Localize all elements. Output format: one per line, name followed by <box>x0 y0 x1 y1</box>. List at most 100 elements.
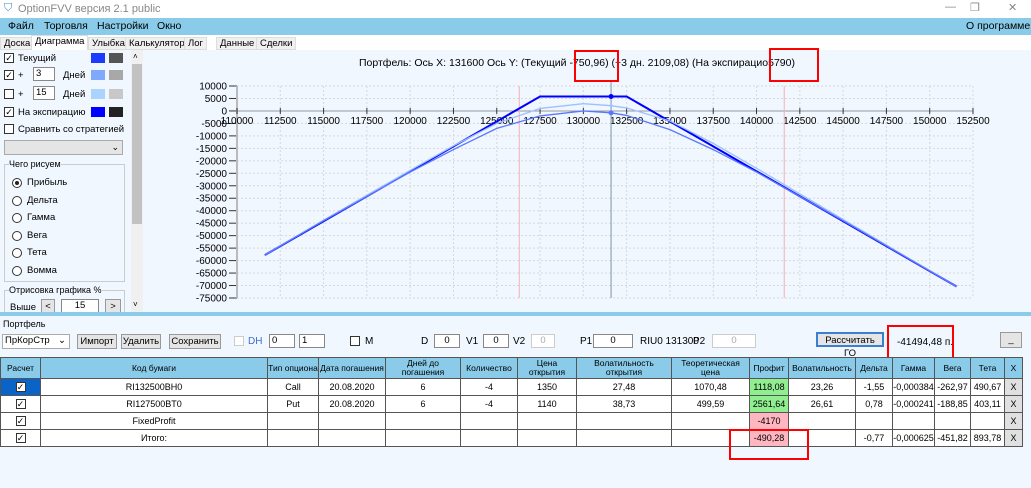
table-row[interactable]: ✓ FixedProfit -4170 X <box>0 412 1023 430</box>
dh-spin-2[interactable]: 1 <box>299 334 325 348</box>
current-color-swatch-2[interactable] <box>109 53 123 63</box>
column-header-volatility[interactable]: Волатильность <box>788 357 856 379</box>
cell-remove[interactable]: X <box>1004 395 1023 413</box>
p1-input[interactable]: 0 <box>593 334 633 348</box>
payoff-chart[interactable]: 1000050000-5000-10000-15000-20000-25000-… <box>143 50 1031 312</box>
tab-deals[interactable]: Сделки <box>256 37 297 50</box>
cell-theta: 893,78 <box>970 429 1005 447</box>
plus3-days-input[interactable]: 3 <box>33 67 55 81</box>
column-header-delta[interactable]: Дельта <box>855 357 893 379</box>
compare-checkbox[interactable] <box>4 124 14 134</box>
menu-about[interactable]: О программе <box>966 20 1030 32</box>
table-row[interactable]: ✓ RI127500BT0 Put 20.08.2020 6 -4 1140 38,73 499… <box>0 395 1023 413</box>
radio-gamma-label: Гамма <box>27 212 56 223</box>
calc-checkbox[interactable]: ✓ <box>15 416 26 426</box>
cell-remove[interactable]: X <box>1004 412 1023 430</box>
radio-profit[interactable] <box>12 178 22 188</box>
radio-delta-label: Дельта <box>27 195 58 206</box>
expiry-color-swatch-2[interactable] <box>109 107 123 117</box>
plus15-checkbox[interactable] <box>4 89 14 99</box>
column-header-expiry-date[interactable]: Дата погашения <box>318 357 386 379</box>
column-header-quantity[interactable]: Количество <box>460 357 518 379</box>
calc-checkbox[interactable]: ✓ <box>15 433 26 443</box>
plus15-color-swatch[interactable] <box>91 89 105 99</box>
days-label: Дней <box>63 89 86 100</box>
minimize-panel-button[interactable]: _ <box>1000 332 1022 348</box>
strategy-compare-select[interactable]: ⌄ <box>4 140 123 155</box>
menu-settings[interactable]: Настройки <box>97 20 149 32</box>
expiry-checkbox[interactable]: ✓ <box>4 107 14 117</box>
cell-calc[interactable]: ✓ <box>0 378 41 396</box>
radio-gamma[interactable] <box>12 213 22 223</box>
menu-file[interactable]: Файл <box>8 20 34 32</box>
cell-calc[interactable]: ✓ <box>0 429 41 447</box>
tab-board[interactable]: Доска <box>0 37 35 50</box>
column-header-remove[interactable]: X <box>1004 357 1023 379</box>
d-label: D <box>421 336 429 347</box>
cell-theta: 490,67 <box>970 378 1005 396</box>
cell-open-volatility <box>576 429 672 447</box>
plus3-checkbox[interactable]: ✓ <box>4 70 14 80</box>
cell-remove[interactable]: X <box>1004 429 1023 447</box>
strategy-select[interactable]: ПрКорСтр ⌄ <box>2 334 70 349</box>
cell-remove[interactable]: X <box>1004 378 1023 396</box>
radio-vomma[interactable] <box>12 266 22 276</box>
tab-smile[interactable]: Улыбка <box>88 37 129 50</box>
tab-log[interactable]: Лог <box>184 37 207 50</box>
column-header-theta[interactable]: Тета <box>970 357 1005 379</box>
p2-input[interactable]: 0 <box>712 334 756 348</box>
calc-checkbox[interactable]: ✓ <box>15 382 26 392</box>
plus15-color-swatch-2[interactable] <box>109 89 123 99</box>
column-header-type[interactable]: Тип опциона <box>267 357 319 379</box>
column-header-profit[interactable]: Профит <box>749 357 789 379</box>
current-color-swatch[interactable] <box>91 53 105 63</box>
dh-checkbox[interactable] <box>234 336 244 346</box>
left-panel-scrollbar[interactable]: ˄ ˅ <box>131 50 143 312</box>
save-button[interactable]: Сохранить <box>169 334 221 349</box>
radio-vega[interactable] <box>12 231 22 241</box>
menu-trading[interactable]: Торговля <box>44 20 88 32</box>
menu-window[interactable]: Окно <box>157 20 181 32</box>
delete-button[interactable]: Удалить <box>121 334 161 349</box>
table-row[interactable]: ✓ RI132500BH0 Call 20.08.2020 6 -4 1350 27,48 10… <box>0 378 1023 396</box>
v1-input[interactable]: 0 <box>483 334 509 348</box>
calculate-go-button[interactable]: Рассчитать ГО <box>816 332 884 359</box>
scroll-down-icon[interactable]: ˅ <box>133 300 138 309</box>
cell-calc[interactable]: ✓ <box>0 412 41 430</box>
minimize-window-icon[interactable]: — <box>945 1 956 13</box>
v2-input[interactable]: 0 <box>531 334 555 348</box>
m-checkbox[interactable] <box>350 336 360 346</box>
plus-label: + <box>18 89 24 100</box>
import-button[interactable]: Импорт <box>77 334 117 349</box>
plus15-days-input[interactable]: 15 <box>33 86 55 100</box>
scroll-up-icon[interactable]: ˄ <box>133 52 138 61</box>
column-header-theoretical-price[interactable]: Теоретическая цена <box>671 357 750 379</box>
expiry-color-swatch[interactable] <box>91 107 105 117</box>
close-window-icon[interactable]: ✕ <box>1008 1 1017 14</box>
column-header-open-price[interactable]: Цена открытия <box>517 357 577 379</box>
radio-delta[interactable] <box>12 196 22 206</box>
column-header-gamma[interactable]: Гамма <box>892 357 935 379</box>
scrollbar-thumb[interactable] <box>132 64 142 224</box>
tab-calculator[interactable]: Калькулятор <box>125 37 189 50</box>
tab-diagram[interactable]: Диаграмма <box>31 35 89 50</box>
table-row[interactable]: ✓ Итого: -490,28 -0,77 -0,000625 -451,82 893,7… <box>0 429 1023 447</box>
column-header-vega[interactable]: Вега <box>934 357 971 379</box>
d-input[interactable]: 0 <box>434 334 460 348</box>
compare-label: Сравнить со стратегией <box>18 124 125 135</box>
plus3-color-swatch[interactable] <box>91 70 105 80</box>
above-value-input[interactable]: 15 <box>61 299 99 313</box>
calc-checkbox[interactable]: ✓ <box>15 399 26 409</box>
cell-calc[interactable]: ✓ <box>0 395 41 413</box>
column-header-code[interactable]: Код бумаги <box>40 357 268 379</box>
radio-theta[interactable] <box>12 248 22 258</box>
tab-data[interactable]: Данные <box>216 37 259 50</box>
column-header-days-to-expiry[interactable]: Дней до погашения <box>385 357 461 379</box>
plus3-color-swatch-2[interactable] <box>109 70 123 80</box>
cell-expiry-date <box>318 412 386 430</box>
current-checkbox[interactable]: ✓ <box>4 53 14 63</box>
restore-window-icon[interactable]: ❐ <box>970 1 980 14</box>
column-header-open-volatility[interactable]: Волатильность открытия <box>576 357 672 379</box>
dh-spin-1[interactable]: 0 <box>269 334 295 348</box>
column-header-calc[interactable]: Расчет <box>0 357 41 379</box>
